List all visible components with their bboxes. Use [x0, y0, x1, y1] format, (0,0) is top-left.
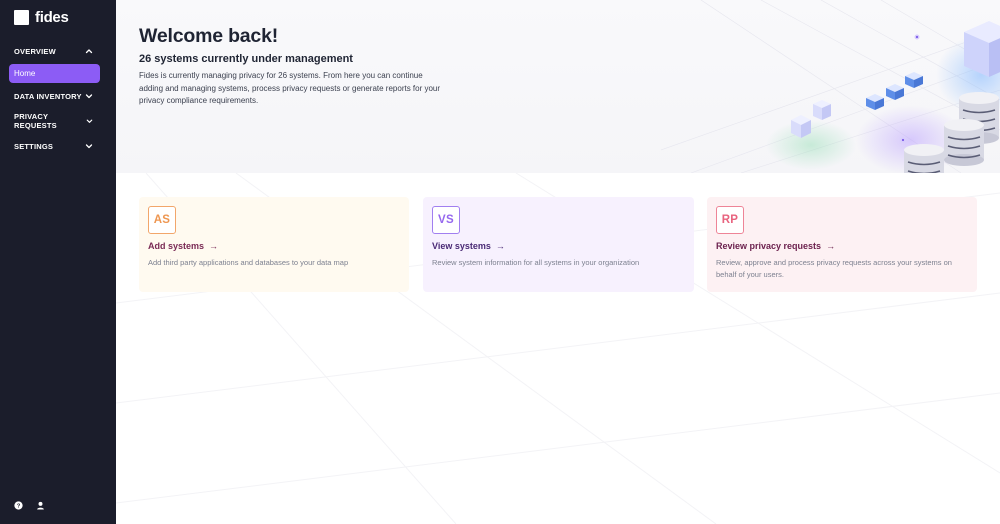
sidebar-item-label: Home: [14, 69, 36, 78]
nav-group-data-inventory: DATA INVENTORY: [0, 89, 116, 103]
welcome-banner: Welcome back! 26 systems currently under…: [116, 0, 1000, 173]
fides-logo-icon: [14, 10, 29, 25]
card-description: Review, approve and process privacy requ…: [716, 258, 952, 279]
add-systems-link[interactable]: Add systems →: [148, 241, 218, 251]
review-privacy-requests-badge: RP: [716, 206, 744, 234]
nav-group-privacy-requests: PRIVACY REQUESTS: [0, 112, 116, 130]
brand-logo[interactable]: fides: [14, 9, 69, 26]
arrow-right-icon: →: [206, 241, 219, 251]
nav-header-label: PRIVACY REQUESTS: [14, 112, 57, 130]
add-systems-badge: AS: [148, 206, 176, 234]
arrow-right-icon: →: [493, 241, 505, 251]
card-title: Review privacy requests: [716, 241, 822, 251]
chevron-up-icon: [85, 49, 93, 54]
card-description: Review system information for all system…: [432, 258, 640, 267]
welcome-description: Fides is currently managing privacy for …: [139, 71, 441, 105]
chevron-down-icon: [85, 94, 93, 99]
sidebar: fides OVERVIEW Home DATA INVENTORY PRIVA…: [0, 0, 116, 524]
view-systems-badge: VS: [432, 206, 460, 234]
help-icon[interactable]: ?: [14, 501, 23, 510]
nav-header-data-inventory[interactable]: DATA INVENTORY: [0, 89, 116, 103]
data-systems-illustration: [661, 0, 1000, 173]
nav-group-overview: OVERVIEW: [0, 44, 116, 58]
sidebar-item-home[interactable]: Home: [9, 64, 100, 83]
brand-name: fides: [35, 9, 69, 26]
page-title: Welcome back!: [139, 25, 279, 47]
nav-header-settings[interactable]: SETTINGS: [0, 139, 116, 153]
user-icon[interactable]: [36, 501, 45, 510]
nav-header-label: DATA INVENTORY: [14, 91, 82, 101]
nav-group-settings: SETTINGS: [0, 139, 116, 153]
chevron-down-icon: [86, 119, 93, 123]
main-content: Welcome back! 26 systems currently under…: [116, 0, 1000, 524]
nav-header-label: SETTINGS: [14, 141, 54, 151]
systems-count-heading: 26 systems currently under management: [139, 53, 353, 65]
svg-text:?: ?: [17, 504, 21, 510]
nav-header-label: OVERVIEW: [14, 46, 56, 56]
nav-header-overview[interactable]: OVERVIEW: [0, 44, 116, 58]
view-systems-card[interactable]: VS View systems → Review system informat…: [423, 197, 694, 292]
card-title: View systems: [432, 241, 491, 251]
review-privacy-requests-link[interactable]: Review privacy requests →: [716, 241, 835, 251]
review-privacy-requests-card[interactable]: RP Review privacy requests → Review, app…: [707, 197, 977, 292]
card-description: Add third party applications and databas…: [148, 258, 349, 267]
card-title: Add systems: [148, 241, 205, 251]
chevron-down-icon: [85, 144, 93, 149]
add-systems-card[interactable]: AS Add systems → Add third party applica…: [139, 197, 409, 292]
nav-header-privacy-requests[interactable]: PRIVACY REQUESTS: [0, 112, 116, 130]
arrow-right-icon: →: [823, 241, 836, 251]
view-systems-link[interactable]: View systems →: [432, 241, 505, 251]
